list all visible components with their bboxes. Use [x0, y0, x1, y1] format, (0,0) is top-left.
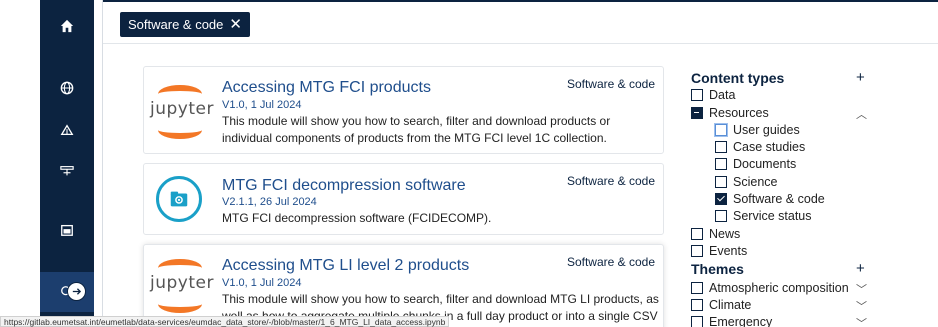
card-title[interactable]: Accessing MTG LI level 2 products — [222, 257, 469, 275]
chevron-down-icon[interactable]: ﹀ — [856, 315, 867, 327]
filter-software-code[interactable]: Software & code — [715, 190, 825, 207]
filter-events[interactable]: Events — [691, 242, 747, 259]
active-filter-chip[interactable]: Software & code ✕ — [120, 12, 250, 37]
card-version-date: V1.0, 1 Jul 2024 — [222, 277, 302, 289]
themes-heading: Themes — [691, 261, 744, 277]
filter-panel: Content types + Data Resources ︿ User gu… — [690, 0, 938, 327]
home-icon[interactable] — [40, 10, 94, 42]
satellite-icon[interactable] — [40, 155, 94, 187]
globe-icon[interactable] — [40, 72, 94, 104]
card-title[interactable]: MTG FCI decompression software — [222, 177, 466, 195]
filter-science[interactable]: Science — [715, 173, 777, 190]
card-tag: Software & code — [566, 77, 655, 91]
filter-user-guides[interactable]: User guides — [714, 121, 800, 138]
filter-data[interactable]: Data — [691, 86, 735, 103]
expand-sidebar-button[interactable] — [67, 282, 86, 301]
link-status-bar: https://gitlab.eumetsat.int/eumetlab/dat… — [0, 316, 450, 327]
card-title[interactable]: Accessing MTG FCI products — [222, 79, 431, 97]
filter-climate[interactable]: Climate — [691, 296, 751, 313]
jupyter-logo: jupyter — [148, 79, 213, 143]
filter-atmospheric-composition[interactable]: Atmospheric composition — [691, 279, 849, 296]
filter-case-studies[interactable]: Case studies — [715, 138, 805, 155]
close-icon[interactable]: ✕ — [229, 17, 242, 32]
calendar-icon[interactable] — [40, 214, 94, 246]
left-sidebar — [40, 0, 94, 327]
card-version-date: V1.0, 1 Jul 2024 — [222, 99, 302, 111]
chip-label: Software & code — [128, 17, 224, 32]
chevron-down-icon[interactable]: ﹀ — [856, 281, 867, 297]
chevron-up-icon[interactable]: ︿ — [856, 106, 867, 122]
gear-folder-icon — [156, 176, 202, 222]
result-card[interactable]: jupyter Accessing MTG LI level 2 product… — [143, 244, 664, 327]
themes-toggle[interactable]: + — [856, 260, 865, 277]
filter-service-status[interactable]: Service status — [715, 207, 812, 224]
card-tag: Software & code — [566, 255, 655, 269]
content-types-heading: Content types — [691, 70, 785, 86]
filter-emergency[interactable]: Emergency — [691, 313, 772, 327]
card-tag: Software & code — [566, 174, 655, 188]
jupyter-logo: jupyter — [148, 253, 213, 317]
card-description: This module will show you how to search,… — [222, 114, 611, 145]
filter-resources[interactable]: Resources — [691, 104, 769, 121]
content-types-toggle[interactable]: + — [856, 69, 865, 86]
filter-documents[interactable]: Documents — [715, 155, 796, 172]
page: { "filter_chip": { "label": "Software & … — [0, 0, 938, 327]
card-description: MTG FCI decompression software (FCIDECOM… — [222, 211, 492, 225]
chevron-down-icon[interactable]: ﹀ — [856, 298, 867, 314]
result-card[interactable]: jupyter Accessing MTG FCI products Softw… — [143, 66, 664, 154]
satellite-dish-icon[interactable] — [40, 114, 94, 146]
result-card[interactable]: MTG FCI decompression software Software … — [143, 163, 664, 235]
sidebar-divider — [102, 0, 103, 327]
card-version-date: V2.1.1, 26 Jul 2024 — [222, 196, 317, 208]
filter-news[interactable]: News — [691, 225, 740, 242]
